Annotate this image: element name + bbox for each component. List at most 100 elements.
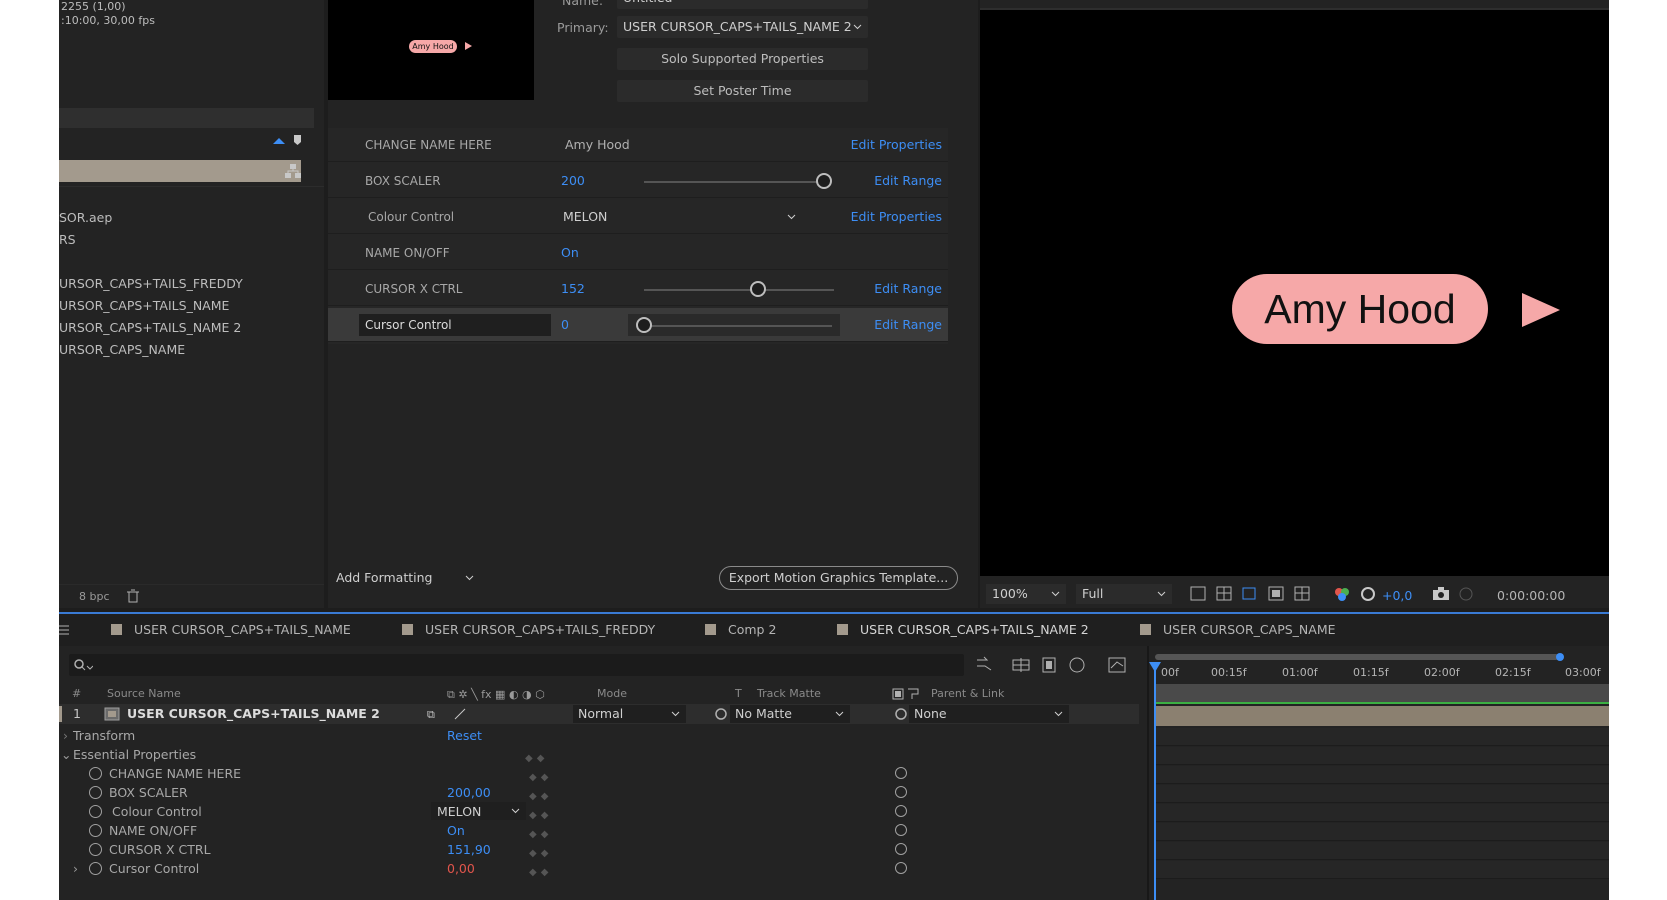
pickwhip-icon[interactable]: [895, 843, 907, 855]
timeline-search-input[interactable]: [69, 654, 964, 676]
work-area-bar[interactable]: [1155, 654, 1559, 660]
transform-group[interactable]: › Transform Reset: [59, 726, 1139, 745]
timeline-prop-row[interactable]: › Cursor Control 0,00 ◆◆: [59, 859, 1139, 878]
cursor-control-slider[interactable]: [644, 325, 832, 327]
show-snapshot-icon[interactable]: [1458, 586, 1474, 602]
stopwatch-icon[interactable]: [89, 767, 102, 780]
property-value[interactable]: 0,00: [447, 859, 475, 878]
exposure-value[interactable]: +0,0: [1382, 588, 1412, 603]
work-area-track[interactable]: [1155, 684, 1609, 704]
expand-arrow-icon[interactable]: ›: [73, 859, 78, 878]
viewer-toggle-icons[interactable]: [1190, 586, 1320, 602]
pickwhip-icon[interactable]: [895, 862, 907, 874]
primary-comp-select[interactable]: USER CURSOR_CAPS+TAILS_NAME 2: [617, 16, 868, 38]
box-scaler-slider[interactable]: [644, 181, 824, 183]
property-row-name-on-off[interactable]: NAME ON/OFF On: [328, 236, 948, 270]
track-matte-select[interactable]: No Matte: [730, 705, 850, 723]
project-selection-bar[interactable]: [59, 160, 301, 182]
edit-range-link[interactable]: Edit Range: [874, 308, 942, 342]
resolution-select[interactable]: Full: [1076, 584, 1172, 604]
playhead-line[interactable]: [1154, 670, 1156, 900]
project-item[interactable]: RS: [59, 229, 243, 251]
project-item[interactable]: URSOR_CAPS+TAILS_FREDDY: [59, 273, 243, 295]
collapse-arrow-icon[interactable]: ⌄: [61, 745, 71, 764]
slider-knob[interactable]: [636, 317, 652, 333]
template-name-field[interactable]: Untitled: [617, 0, 868, 9]
panel-menu-icon[interactable]: [59, 625, 69, 635]
set-poster-time-button[interactable]: Set Poster Time: [617, 80, 868, 102]
bit-depth-button[interactable]: 8 bpc: [79, 590, 110, 603]
layer-switch-icons[interactable]: ⧉: [427, 707, 467, 721]
color-channels-icon[interactable]: [1334, 586, 1350, 602]
timeline-switch-icons[interactable]: [975, 656, 1135, 674]
parent-select[interactable]: None: [909, 705, 1069, 723]
blend-mode-select[interactable]: Normal: [573, 705, 686, 723]
pickwhip-icon[interactable]: [895, 824, 907, 836]
work-area-end-handle[interactable]: [1556, 653, 1564, 661]
property-value[interactable]: On: [447, 821, 465, 840]
reset-exposure-icon[interactable]: [1360, 586, 1376, 602]
edit-range-link[interactable]: Edit Range: [874, 272, 942, 306]
cursor-x-slider[interactable]: [644, 289, 834, 291]
layer-duration-bar[interactable]: [1155, 706, 1609, 726]
timeline-prop-row[interactable]: CURSOR X CTRL 151,90 ◆◆: [59, 840, 1139, 859]
project-item[interactable]: URSOR_CAPS+TAILS_NAME: [59, 295, 243, 317]
col-source-name[interactable]: Source Name: [107, 687, 181, 700]
colour-control-select[interactable]: MELON: [557, 206, 802, 228]
essential-properties-group[interactable]: ⌄ Essential Properties ◆◆: [59, 745, 1139, 764]
slider-knob[interactable]: [750, 281, 766, 297]
property-row-box-scaler[interactable]: BOX SCALER 200 Edit Range: [328, 164, 948, 198]
property-value[interactable]: 200,00: [447, 783, 491, 802]
pickwhip-icon[interactable]: [895, 805, 907, 817]
timeline-divider[interactable]: [1147, 646, 1149, 900]
layer-name[interactable]: USER CURSOR_CAPS+TAILS_NAME 2: [127, 706, 380, 721]
tab-comp-2[interactable]: Comp 2: [705, 614, 776, 646]
expand-arrow-icon[interactable]: ›: [63, 726, 68, 745]
stopwatch-icon[interactable]: [89, 843, 102, 856]
camera-icon[interactable]: [1432, 586, 1450, 601]
colour-control-dropdown[interactable]: MELON: [431, 802, 526, 820]
property-value[interactable]: Amy Hood: [565, 128, 630, 162]
stopwatch-icon[interactable]: [89, 824, 102, 837]
layer-label-color[interactable]: [59, 706, 62, 722]
trash-icon[interactable]: [127, 589, 139, 603]
parent-pickwhip-icon[interactable]: [894, 707, 908, 721]
pickwhip-icon[interactable]: [895, 786, 907, 798]
property-value[interactable]: 152: [561, 272, 585, 306]
hierarchy-icon[interactable]: [285, 163, 301, 179]
property-value[interactable]: 0: [561, 308, 569, 342]
property-row-cursor-control[interactable]: Cursor Control 0 Edit Range: [328, 308, 948, 342]
timeline-prop-row[interactable]: NAME ON/OFF On ◆◆: [59, 821, 1139, 840]
property-value[interactable]: 151,90: [447, 840, 491, 859]
slider-knob[interactable]: [816, 173, 832, 189]
solo-supported-properties-button[interactable]: Solo Supported Properties: [617, 48, 868, 70]
reset-link[interactable]: Reset: [447, 726, 482, 745]
stopwatch-icon[interactable]: [89, 862, 102, 875]
project-item[interactable]: URSOR_CAPS_NAME: [59, 339, 243, 361]
property-row-colour-control[interactable]: Colour Control MELON Edit Properties: [328, 200, 948, 234]
timeline-prop-row[interactable]: CHANGE NAME HERE ◆◆: [59, 764, 1139, 783]
tab-user-cursor-caps-name[interactable]: USER CURSOR_CAPS_NAME: [1140, 614, 1336, 646]
layer-row[interactable]: 1 USER CURSOR_CAPS+TAILS_NAME 2 ⧉ Normal…: [59, 704, 1139, 724]
pickwhip-icon[interactable]: [895, 767, 907, 779]
edit-properties-link[interactable]: Edit Properties: [851, 128, 942, 162]
project-item[interactable]: SOR.aep: [59, 207, 243, 229]
tag-icon[interactable]: [293, 134, 303, 146]
sort-arrow-icon[interactable]: [272, 136, 286, 146]
add-formatting-select[interactable]: Add Formatting: [336, 566, 478, 590]
property-row-cursor-x-ctrl[interactable]: CURSOR X CTRL 152 Edit Range: [328, 272, 948, 306]
zoom-select[interactable]: 100%: [986, 584, 1066, 604]
edit-range-link[interactable]: Edit Range: [874, 164, 942, 198]
project-item[interactable]: URSOR_CAPS+TAILS_NAME 2: [59, 317, 243, 339]
project-search-input[interactable]: [59, 108, 314, 128]
property-value[interactable]: On: [561, 236, 579, 270]
time-ruler[interactable]: 00f 00:15f 01:00f 01:15f 02:00f 02:15f 0…: [1149, 653, 1609, 900]
export-motion-graphics-template-button[interactable]: Export Motion Graphics Template...: [719, 566, 958, 590]
property-value[interactable]: 200: [561, 164, 585, 198]
composition-canvas[interactable]: Amy Hood: [980, 8, 1609, 576]
tab-user-cursor-caps-tails-name[interactable]: USER CURSOR_CAPS+TAILS_NAME: [111, 614, 351, 646]
matte-pickwhip-icon[interactable]: [714, 707, 728, 721]
stopwatch-icon[interactable]: [89, 805, 102, 818]
timeline-prop-row[interactable]: BOX SCALER 200,00 ◆◆: [59, 783, 1139, 802]
current-timecode[interactable]: 0:00:00:00: [1497, 588, 1565, 603]
